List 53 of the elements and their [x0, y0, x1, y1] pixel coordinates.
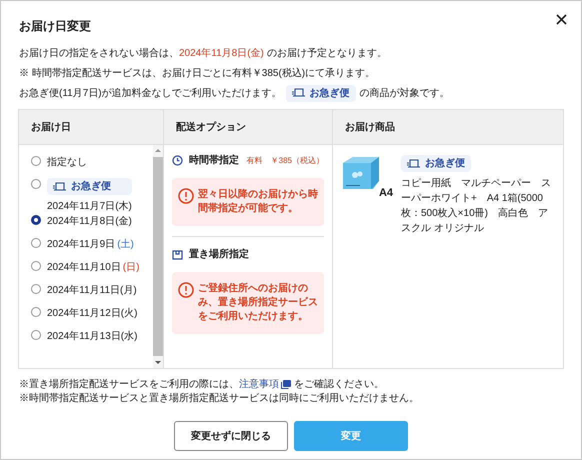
dialog-title: お届け日変更: [19, 18, 92, 35]
column-header: お届け商品: [333, 110, 563, 145]
note-text: ※時間帯指定配送サービスと置き場所指定配送サービスは同時にご利用いただけません。: [19, 392, 419, 406]
scroll-down-icon[interactable]: [155, 361, 161, 365]
notice-text: 翌々日以降のお届けから時間帯指定が可能です。: [198, 188, 318, 216]
scroll-up-icon[interactable]: [155, 148, 161, 152]
intro-text: お届け日の指定をされない場合は、: [19, 46, 179, 60]
intro-text: ※ 時間帯指定配送サービスは、お届け日ごとに有料￥385(税込)にて承ります。: [19, 66, 376, 80]
express-label: お急ぎ便: [425, 156, 465, 171]
notice-text: ご登録住所へのお届けのみ、置き場所指定サービスをご利用いただけます。: [198, 282, 318, 324]
product-name: コピー用紙 マルチペーパー スーパーホワイト+ A4 1箱(5000枚：500枚入×10冊) 高白色 アスクル オリジナル: [401, 177, 552, 236]
radio-button[interactable]: [31, 238, 41, 248]
warning-icon: [178, 282, 194, 298]
radio-button[interactable]: [31, 307, 41, 317]
external-link-icon: [281, 380, 291, 388]
radio-button[interactable]: [31, 156, 41, 166]
date-option[interactable]: 2024年11月13日(水): [31, 329, 153, 352]
radio-button[interactable]: [31, 330, 41, 340]
date-option[interactable]: 2024年11月11日(月): [31, 283, 153, 306]
option-title: 時間帯指定: [189, 153, 240, 168]
column-header: 配送オプション: [164, 110, 332, 145]
radio-button[interactable]: [31, 179, 41, 189]
warning-icon: [178, 188, 194, 204]
column-header: お届け日: [19, 110, 163, 145]
option-title: 置き場所指定: [189, 247, 250, 262]
truck-icon: [407, 158, 421, 168]
date-text: 2024年11月8日(金): [179, 46, 264, 60]
date-option[interactable]: 2024年11月12日(火): [31, 306, 153, 329]
intro-text: の商品が対象です。: [360, 86, 450, 100]
radio-button[interactable]: [31, 215, 41, 225]
intro-text: お急ぎ便(11月7日)が追加料金なしでご利用いただけます。: [19, 86, 282, 100]
date-option[interactable]: 2024年11月8日(金): [31, 214, 153, 237]
close-without-change-button[interactable]: 変更せずに閉じる: [174, 421, 288, 451]
truck-icon: [53, 182, 67, 192]
close-icon: [556, 14, 566, 24]
truck-icon: [292, 88, 306, 98]
express-label: お急ぎ便: [71, 180, 111, 194]
scrollbar[interactable]: [153, 145, 163, 368]
clock-icon: [172, 155, 183, 166]
date-option[interactable]: 指定なし: [31, 155, 153, 178]
date-option[interactable]: お急ぎ便 2024年11月7日(木): [31, 178, 153, 214]
intro-text: のお届け予定となります。: [266, 46, 387, 60]
size-label: A4: [378, 188, 393, 199]
radio-button[interactable]: [31, 261, 41, 271]
radio-button[interactable]: [31, 284, 41, 294]
note-link[interactable]: 注意事項: [239, 376, 291, 392]
note-text: をご確認ください。: [294, 378, 384, 392]
note-text: ※置き場所指定配送サービスをご利用の際には、: [19, 378, 239, 392]
price-text: 有料 ￥385（税込）: [246, 154, 324, 166]
date-option[interactable]: 2024年11月9日 (土): [31, 237, 153, 260]
date-option[interactable]: 2024年11月10日 (日): [31, 260, 153, 283]
express-label: お急ぎ便: [310, 86, 350, 100]
box-icon: [172, 250, 183, 260]
